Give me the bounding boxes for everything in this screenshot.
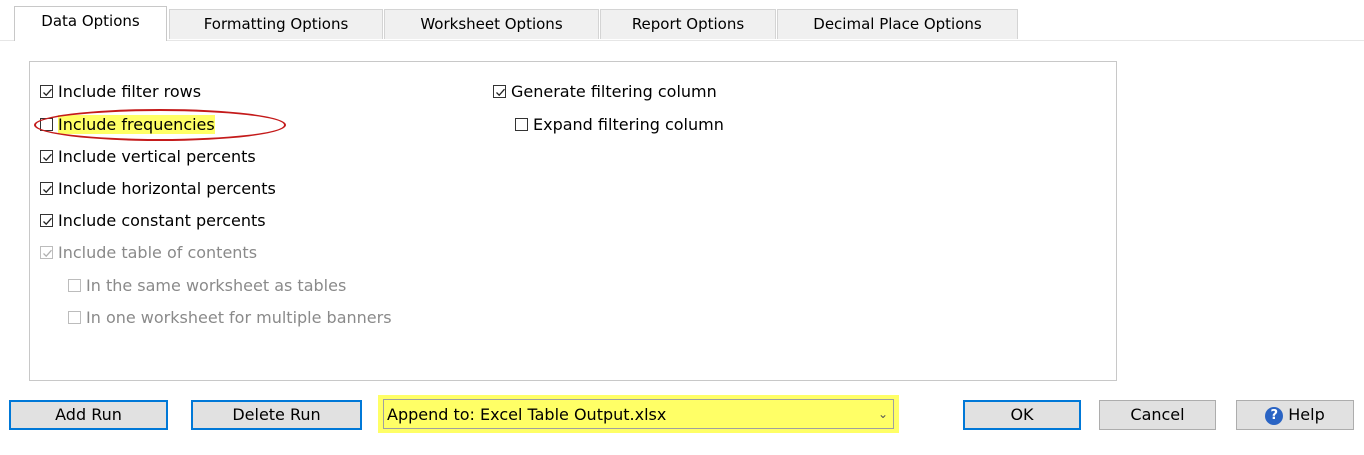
tab-worksheet-options[interactable]: Worksheet Options (384, 9, 599, 39)
append-to-value: Append to: Excel Table Output.xlsx (387, 404, 667, 424)
append-to-select-box[interactable]: Append to: Excel Table Output.xlsx ⌄ (383, 399, 894, 429)
same-worksheet-as-tables-checkbox[interactable]: In the same worksheet as tables (68, 274, 346, 296)
checkbox-checked-icon (493, 84, 506, 98)
checkbox-checked-icon (40, 149, 53, 163)
option-label: Include filter rows (58, 81, 202, 101)
tab-report-options[interactable]: Report Options (600, 9, 776, 39)
option-label: Include table of contents (58, 242, 258, 262)
checkbox-checked-icon (40, 84, 53, 98)
checkbox-unchecked-disabled-icon (68, 310, 81, 324)
include-table-of-contents-checkbox[interactable]: Include table of contents (40, 241, 257, 263)
tab-divider (0, 40, 1364, 41)
checkbox-checked-disabled-icon (40, 245, 53, 259)
checkbox-checked-icon (40, 213, 53, 227)
include-horizontal-percents-checkbox[interactable]: Include horizontal percents (40, 177, 276, 199)
cancel-button[interactable]: Cancel (1099, 400, 1216, 430)
include-filter-rows-checkbox[interactable]: Include filter rows (40, 80, 201, 102)
option-label: Include vertical percents (58, 146, 256, 166)
delete-run-button[interactable]: Delete Run (191, 400, 362, 430)
annotation-ellipse (34, 109, 286, 141)
append-to-select[interactable]: Append to: Excel Table Output.xlsx ⌄ (378, 395, 899, 433)
tab-formatting-options[interactable]: Formatting Options (169, 9, 383, 39)
include-constant-percents-checkbox[interactable]: Include constant percents (40, 209, 266, 231)
option-label: In the same worksheet as tables (86, 275, 347, 295)
include-vertical-percents-checkbox[interactable]: Include vertical percents (40, 145, 256, 167)
option-label: In one worksheet for multiple banners (86, 307, 392, 327)
expand-filtering-column-checkbox[interactable]: Expand filtering column (515, 113, 724, 135)
chevron-down-icon[interactable]: ⌄ (873, 407, 893, 421)
checkbox-unchecked-icon (515, 117, 528, 131)
option-label: Expand filtering column (533, 114, 724, 134)
option-label: Generate filtering column (511, 81, 717, 101)
ok-button[interactable]: OK (963, 400, 1081, 430)
help-label: Help (1288, 405, 1325, 424)
help-button[interactable]: ? Help (1236, 400, 1354, 430)
tab-decimal-place-options[interactable]: Decimal Place Options (777, 9, 1018, 39)
tab-data-options[interactable]: Data Options (14, 6, 167, 41)
checkbox-checked-icon (40, 181, 53, 195)
option-label: Include horizontal percents (58, 178, 276, 198)
add-run-button[interactable]: Add Run (9, 400, 168, 430)
option-label: Include constant percents (58, 210, 266, 230)
generate-filtering-column-checkbox[interactable]: Generate filtering column (493, 80, 717, 102)
help-icon: ? (1265, 406, 1284, 425)
one-worksheet-multiple-banners-checkbox[interactable]: In one worksheet for multiple banners (68, 306, 392, 328)
checkbox-unchecked-disabled-icon (68, 278, 81, 292)
tab-strip: Data Options Formatting Options Workshee… (0, 6, 1364, 41)
